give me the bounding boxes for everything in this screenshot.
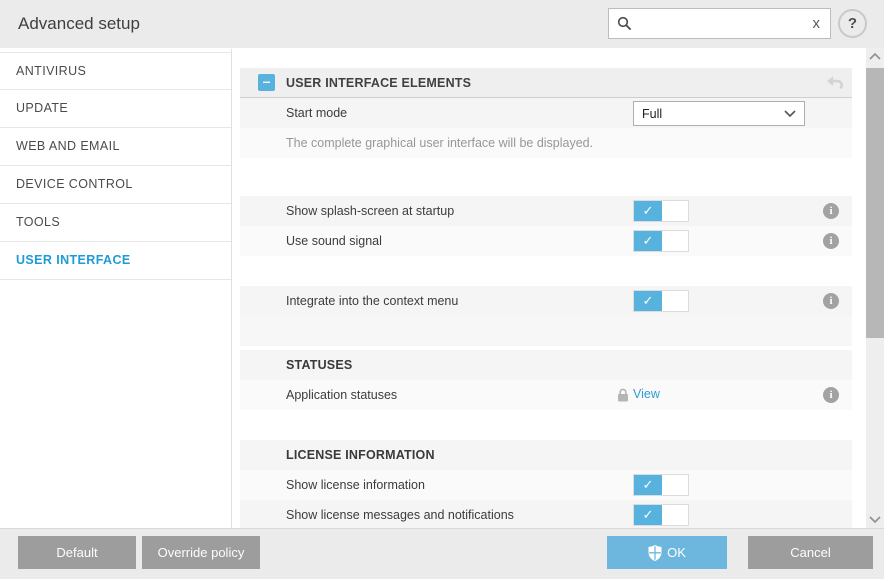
- setting-row-application-statuses: Application statuses View i: [240, 380, 852, 410]
- sidebar-item-update[interactable]: UPDATE: [0, 90, 231, 128]
- setting-description-row: The complete graphical user interface wi…: [240, 128, 852, 158]
- subsection-title: LICENSE INFORMATION: [286, 448, 435, 462]
- info-icon[interactable]: i: [823, 233, 839, 249]
- collapse-section-icon[interactable]: –: [258, 74, 275, 91]
- sidebar-item-web-and-email[interactable]: WEB AND EMAIL: [0, 128, 231, 166]
- start-mode-select[interactable]: Full: [633, 101, 805, 126]
- scroll-down-icon[interactable]: [866, 511, 884, 528]
- selected-value: Full: [642, 107, 662, 121]
- override-policy-button[interactable]: Override policy: [142, 536, 260, 569]
- setting-label: Application statuses: [286, 388, 397, 402]
- sidebar-item-tools[interactable]: TOOLS: [0, 204, 231, 242]
- search-icon: [617, 16, 632, 31]
- setting-label: Show license messages and notifications: [286, 508, 514, 522]
- chevron-down-icon: [784, 110, 796, 117]
- subsection-header-statuses: STATUSES: [240, 350, 852, 380]
- setting-row-context-menu: Integrate into the context menu ✓ i: [240, 286, 852, 316]
- check-icon: ✓: [634, 505, 662, 525]
- info-icon[interactable]: i: [823, 203, 839, 219]
- sidebar-item-antivirus[interactable]: ANTIVIRUS: [0, 52, 231, 90]
- subsection-header-license-information: LICENSE INFORMATION: [240, 440, 852, 470]
- clear-search-icon[interactable]: x: [811, 16, 823, 31]
- check-icon: ✓: [634, 475, 662, 495]
- check-icon: ✓: [634, 201, 662, 221]
- license-information-toggle[interactable]: ✓: [633, 474, 689, 496]
- setting-description: The complete graphical user interface wi…: [286, 136, 593, 150]
- sidebar-item-device-control[interactable]: DEVICE CONTROL: [0, 166, 231, 204]
- info-icon[interactable]: i: [823, 293, 839, 309]
- setting-row-license-information: Show license information ✓: [240, 470, 852, 500]
- setting-row-start-mode: Start mode Full: [240, 98, 852, 128]
- section-title: USER INTERFACE ELEMENTS: [286, 76, 471, 90]
- sound-signal-toggle[interactable]: ✓: [633, 230, 689, 252]
- footer-bar: Default Override policy OK Cancel: [0, 528, 884, 579]
- default-button[interactable]: Default: [18, 536, 136, 569]
- subsection-title: STATUSES: [286, 358, 352, 372]
- revert-section-icon[interactable]: [826, 75, 844, 95]
- context-menu-toggle[interactable]: ✓: [633, 290, 689, 312]
- settings-panel: – USER INTERFACE ELEMENTS Start mode Ful…: [232, 48, 866, 528]
- search-box[interactable]: x: [608, 8, 831, 39]
- sidebar: ANTIVIRUS UPDATE WEB AND EMAIL DEVICE CO…: [0, 48, 232, 528]
- uac-shield-icon: [648, 545, 662, 561]
- ok-button-label: OK: [667, 545, 686, 560]
- check-icon: ✓: [634, 291, 662, 311]
- cancel-button[interactable]: Cancel: [748, 536, 873, 569]
- setting-label: Show splash-screen at startup: [286, 204, 454, 218]
- license-messages-toggle[interactable]: ✓: [633, 504, 689, 526]
- info-icon[interactable]: i: [823, 387, 839, 403]
- empty-row: [240, 158, 852, 188]
- scrollbar-thumb[interactable]: [866, 68, 884, 338]
- section-header-user-interface-elements: – USER INTERFACE ELEMENTS: [240, 68, 852, 98]
- splash-screen-toggle[interactable]: ✓: [633, 200, 689, 222]
- vertical-scrollbar[interactable]: [866, 48, 884, 528]
- search-input[interactable]: [638, 16, 811, 31]
- setting-row-license-messages: Show license messages and notifications …: [240, 500, 852, 528]
- setting-label: Use sound signal: [286, 234, 382, 248]
- setting-label: Show license information: [286, 478, 425, 492]
- setting-label: Start mode: [286, 106, 347, 120]
- setting-label: Integrate into the context menu: [286, 294, 458, 308]
- setting-row-splash-screen: Show splash-screen at startup ✓ i: [240, 196, 852, 226]
- ok-button[interactable]: OK: [607, 536, 727, 569]
- empty-row: [240, 316, 852, 346]
- check-icon: ✓: [634, 231, 662, 251]
- scroll-up-icon[interactable]: [866, 48, 884, 65]
- lock-icon: [617, 388, 629, 407]
- help-button[interactable]: ?: [838, 9, 867, 38]
- sidebar-item-user-interface[interactable]: USER INTERFACE: [0, 242, 231, 280]
- view-link[interactable]: View: [633, 387, 660, 401]
- setting-row-sound-signal: Use sound signal ✓ i: [240, 226, 852, 256]
- page-title: Advanced setup: [18, 0, 140, 48]
- empty-row: [240, 410, 852, 440]
- empty-row: [240, 256, 852, 286]
- title-bar: Advanced setup x ?: [0, 0, 884, 48]
